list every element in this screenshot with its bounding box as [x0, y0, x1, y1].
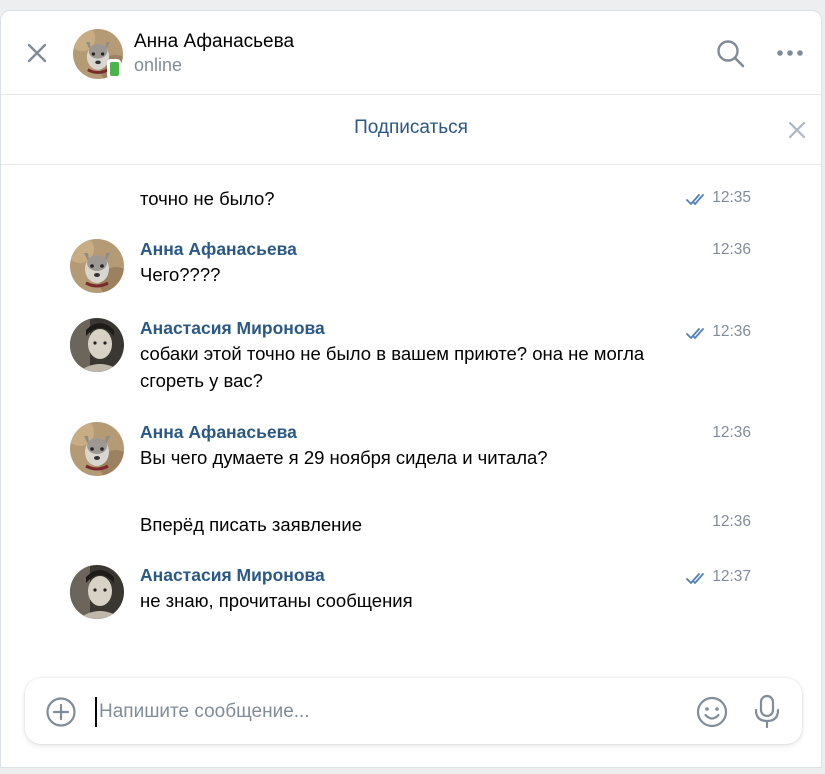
- dog-avatar-icon: [70, 239, 124, 293]
- photo-avatar-icon: [70, 565, 124, 619]
- message-composer: [25, 678, 802, 744]
- search-icon: [717, 40, 745, 68]
- subscribe-bar: Подписаться: [1, 95, 821, 165]
- message-time: 12:36: [712, 513, 751, 530]
- author-avatar[interactable]: [70, 422, 124, 476]
- peer-status: online: [134, 55, 183, 75]
- chat-header: Анна Афанасьева online: [1, 11, 821, 95]
- more-dots-icon: [777, 50, 803, 56]
- attach-button[interactable]: [45, 696, 77, 728]
- message-time: 12:37: [712, 568, 751, 585]
- search-button[interactable]: [715, 38, 747, 70]
- read-check-icon: [686, 328, 704, 339]
- read-check-icon: [686, 194, 704, 205]
- smile-icon: [696, 696, 728, 728]
- author-avatar[interactable]: [70, 239, 124, 293]
- plus-circle-icon: [46, 697, 76, 727]
- close-icon: [27, 43, 47, 63]
- dog-avatar-icon: [70, 422, 124, 476]
- message-time: 12:35: [712, 189, 751, 206]
- message-text: точно не было?: [140, 188, 275, 209]
- emoji-button[interactable]: [695, 695, 729, 729]
- microphone-icon: [754, 694, 780, 729]
- online-indicator: [107, 59, 121, 79]
- author-avatar[interactable]: [70, 565, 124, 619]
- message-author[interactable]: Анна Афанасьева: [140, 422, 297, 443]
- message-history: точно не было? 12:35 Анна Афанасьева Чег…: [1, 165, 821, 665]
- message-text: Вперёд писать заявление: [140, 514, 363, 535]
- message-text: не знаю, прочитаны сообщения: [140, 590, 413, 611]
- message-input[interactable]: [95, 697, 681, 727]
- chat-window: Анна Афанасьева online Подписаться точно…: [0, 10, 822, 768]
- message-time: 12:36: [712, 241, 751, 258]
- photo-avatar-icon: [70, 318, 124, 372]
- close-chat-button[interactable]: [23, 39, 51, 67]
- message-text: собаки этой точно не было в вашем приюте…: [140, 343, 645, 391]
- close-icon: [788, 121, 806, 139]
- voice-message-button[interactable]: [752, 693, 782, 729]
- message-author[interactable]: Анна Афанасьева: [140, 239, 297, 260]
- dismiss-subscribe-button[interactable]: [786, 119, 808, 141]
- message-text: Чего????: [140, 264, 221, 285]
- peer-name[interactable]: Анна Афанасьева: [134, 31, 294, 53]
- author-avatar[interactable]: [70, 318, 124, 372]
- message-author[interactable]: Анастасия Миронова: [140, 318, 325, 339]
- more-button[interactable]: [774, 41, 806, 65]
- read-check-icon: [686, 573, 704, 584]
- message-text: Вы чего думаете я 29 ноября сидела и чит…: [140, 447, 548, 468]
- message-time: 12:36: [712, 323, 751, 340]
- subscribe-button[interactable]: Подписаться: [1, 117, 821, 139]
- message-author[interactable]: Анастасия Миронова: [140, 565, 325, 586]
- message-time: 12:36: [712, 424, 751, 441]
